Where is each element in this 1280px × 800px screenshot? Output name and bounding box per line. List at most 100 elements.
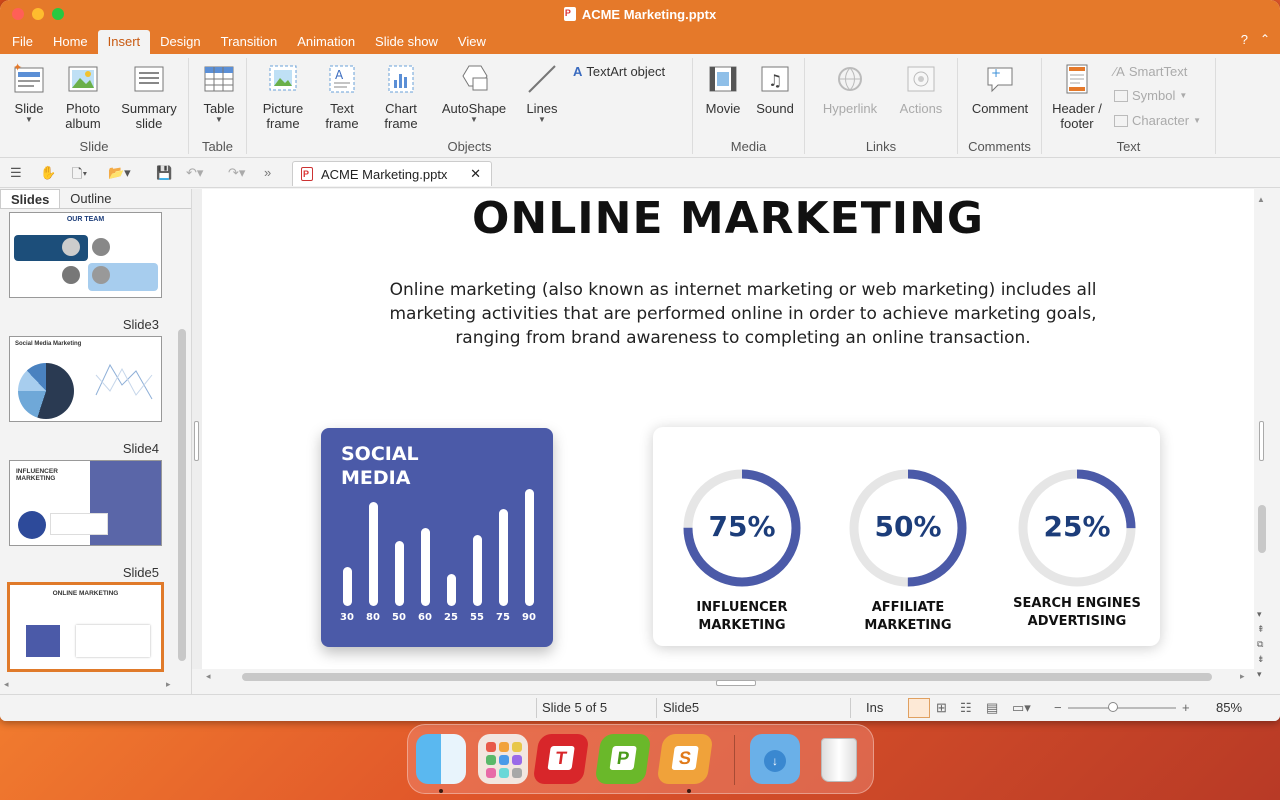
summary-slide-button[interactable]: Summary slide: [116, 62, 182, 131]
slide-body-text[interactable]: Online marketing (also known as internet…: [364, 278, 1122, 350]
insert-table-button[interactable]: Table ▼: [199, 62, 239, 124]
movie-label: Movie: [705, 101, 741, 116]
app-window: ACME Marketing.pptx File Home Insert Des…: [0, 0, 1280, 721]
header-footer-label: Header / footer: [1052, 101, 1102, 131]
normal-view-icon[interactable]: [908, 698, 930, 718]
close-tab-icon[interactable]: ✕: [470, 166, 481, 182]
actions-icon: [907, 66, 935, 92]
zoom-level[interactable]: 85%: [1216, 700, 1242, 715]
downloads-icon[interactable]: ↓: [750, 734, 800, 784]
menu-transition[interactable]: Transition: [211, 30, 288, 54]
slide-label-5: Slide5: [122, 565, 159, 580]
ribbon-group-label-media: Media: [730, 139, 767, 154]
textmaker-icon[interactable]: T: [532, 734, 590, 784]
zoom-slider-track[interactable]: [1068, 707, 1176, 709]
menu-insert[interactable]: Insert: [97, 30, 151, 54]
hamburger-menu-icon[interactable]: ☰: [10, 165, 22, 181]
zoom-out-icon[interactable]: −: [1054, 700, 1062, 715]
document-tab-title: ACME Marketing.pptx: [321, 166, 448, 182]
lines-button[interactable]: Lines ▼: [521, 62, 563, 124]
slide-show-icon[interactable]: ▭▾: [1012, 700, 1031, 716]
smarttext-button[interactable]: ⁄A SmartText: [1114, 64, 1187, 79]
slide-thumbnail-4[interactable]: INFLUENCER MARKETING: [9, 460, 162, 546]
panel-splitter[interactable]: [192, 189, 202, 669]
symbol-button[interactable]: Symbol ▼: [1114, 88, 1187, 103]
slide-thumbnail-2[interactable]: OUR TEAM: [9, 212, 162, 298]
scroll-left-icon[interactable]: ◂: [4, 679, 9, 690]
stat-label: SEARCH ENGINES ADVERTISING: [1013, 596, 1141, 629]
avatar: [62, 238, 80, 256]
save-icon[interactable]: 💾: [156, 165, 172, 181]
launchpad-icon[interactable]: [478, 734, 528, 784]
social-media-card[interactable]: SOCIAL MEDIA 30 80 50 60 25 55 75 90: [321, 428, 553, 647]
tab-slides[interactable]: Slides: [0, 189, 61, 208]
maximize-window-button[interactable]: [52, 8, 64, 20]
undo-icon[interactable]: ↶▾: [186, 165, 203, 181]
new-document-icon[interactable]: 🗋▾: [72, 165, 87, 187]
autoshape-button[interactable]: AutoShape ▼: [437, 62, 511, 124]
hyperlink-button[interactable]: Hyperlink: [817, 62, 883, 116]
slide-sorter-icon[interactable]: ⊞: [936, 700, 947, 716]
sound-button[interactable]: ♫ Sound: [753, 62, 797, 116]
ribbon-group-slide: ✦ Slide ▼ Photo album Summary slide Slid…: [0, 58, 189, 154]
scrollbar-thumb[interactable]: [178, 329, 186, 661]
comment-button[interactable]: + Comment: [964, 62, 1036, 116]
trash-icon[interactable]: [814, 734, 864, 784]
chart-frame-button[interactable]: Chart frame: [373, 62, 429, 131]
tab-outline[interactable]: Outline: [60, 189, 121, 208]
slide-thumbnail-3[interactable]: Social Media Marketing: [9, 336, 162, 422]
textart-button[interactable]: A TextArt object: [573, 64, 665, 79]
menu-file[interactable]: File: [2, 30, 43, 54]
finder-icon[interactable]: [416, 734, 466, 784]
right-splitter-handle[interactable]: [1259, 421, 1264, 461]
insert-mode[interactable]: Ins: [866, 700, 883, 715]
photo-album-button[interactable]: Photo album: [58, 62, 108, 131]
more-tools-icon[interactable]: »: [264, 165, 271, 180]
presentations-icon[interactable]: S: [656, 734, 714, 784]
redo-icon[interactable]: ↷▾: [228, 165, 245, 181]
character-button[interactable]: Character ▼: [1114, 113, 1201, 128]
zoom-in-icon[interactable]: +: [1182, 700, 1190, 715]
collapse-ribbon-icon[interactable]: ⌃: [1260, 32, 1270, 46]
picture-frame-button[interactable]: Picture frame: [255, 62, 311, 131]
textart-icon: A: [573, 64, 583, 79]
notes-view-icon[interactable]: ▤: [986, 700, 998, 716]
slide-thumbnail-5[interactable]: ONLINE MARKETING: [7, 582, 164, 672]
slides-panel: Slides Outline OUR TEAM Slide3 Social Me…: [0, 189, 192, 694]
splitter-handle[interactable]: [194, 421, 199, 461]
menu-home[interactable]: Home: [43, 30, 98, 54]
insert-slide-button[interactable]: ✦ Slide ▼: [8, 62, 50, 124]
trash-can-icon: [821, 738, 857, 782]
hand-tool-icon[interactable]: ✋: [40, 165, 56, 181]
scroll-right-icon[interactable]: ▸: [1240, 671, 1245, 682]
help-button[interactable]: ?: [1241, 32, 1248, 47]
planmaker-icon[interactable]: P: [594, 734, 652, 784]
menu-animation[interactable]: Animation: [287, 30, 365, 54]
minimize-window-button[interactable]: [32, 8, 44, 20]
document-tab[interactable]: ACME Marketing.pptx ✕: [292, 161, 492, 186]
slide-title[interactable]: ONLINE MARKETING: [202, 193, 1254, 244]
zoom-slider-handle[interactable]: [1108, 702, 1118, 712]
bottom-splitter-handle[interactable]: [716, 680, 756, 686]
menu-slide-show[interactable]: Slide show: [365, 30, 448, 54]
movie-button[interactable]: Movie: [701, 62, 745, 116]
slides-panel-scrollbar[interactable]: [178, 189, 188, 679]
actions-button[interactable]: Actions: [895, 62, 947, 116]
text-frame-button[interactable]: A Text frame: [317, 62, 367, 131]
scroll-left-icon[interactable]: ◂: [206, 671, 211, 682]
scroll-up-icon[interactable]: ▲: [1257, 195, 1265, 204]
page-navigation-icons[interactable]: ▾ ⇞ ⧉ ⇟ ▾: [1257, 607, 1265, 682]
close-window-button[interactable]: [12, 8, 24, 20]
slide-canvas[interactable]: ONLINE MARKETING Online marketing (also …: [202, 189, 1254, 669]
ribbon-group-comments: + Comment Comments: [958, 58, 1042, 154]
open-folder-icon[interactable]: 📂▾: [108, 165, 131, 181]
scroll-right-icon[interactable]: ▸: [166, 679, 171, 690]
chart-bar-label: 30: [340, 612, 354, 623]
header-footer-button[interactable]: Header / footer: [1048, 62, 1106, 131]
menu-view[interactable]: View: [448, 30, 496, 54]
menu-design[interactable]: Design: [150, 30, 210, 54]
vertical-scrollbar-thumb[interactable]: [1258, 505, 1266, 553]
outline-view-icon[interactable]: ☷: [960, 700, 972, 716]
horizontal-scrollbar[interactable]: ◂ ▸: [202, 669, 1254, 686]
stats-card[interactable]: 75% INFLUENCER MARKETING 50% AFFILIATE MAR…: [653, 427, 1160, 646]
